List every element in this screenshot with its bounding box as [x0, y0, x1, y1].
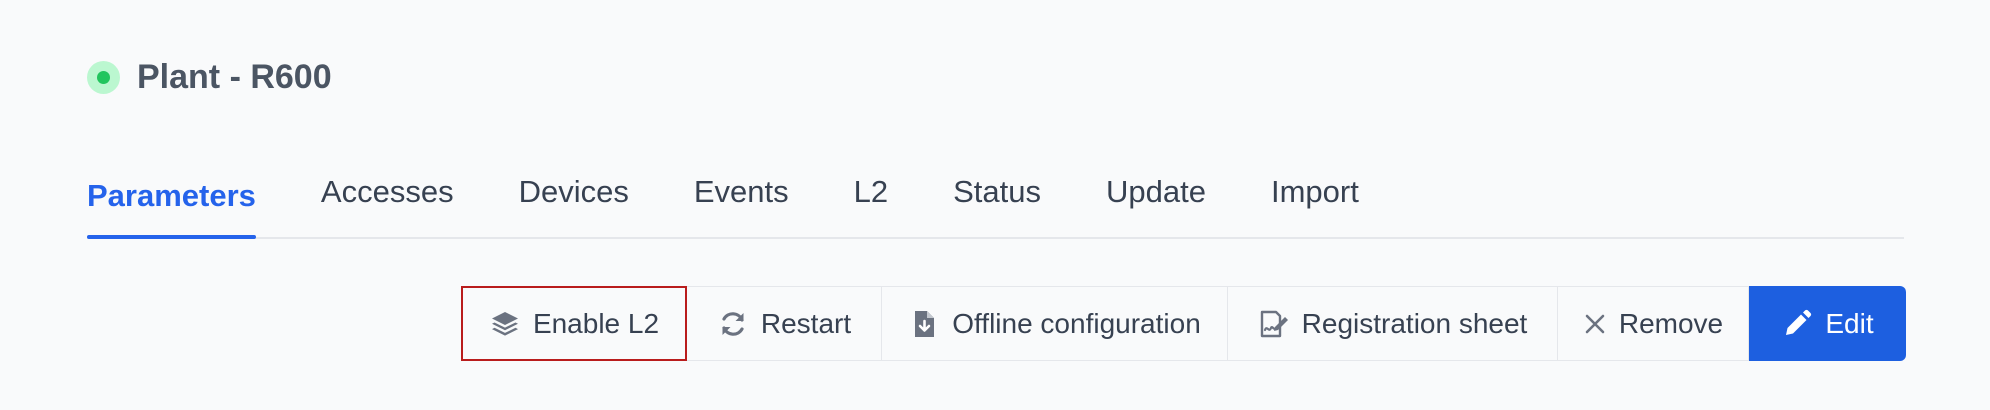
registration-sheet-label: Registration sheet: [1301, 307, 1528, 339]
page-title: Plant - R600: [137, 57, 332, 96]
refresh-icon: [717, 308, 749, 340]
registration-sheet-button[interactable]: Registration sheet: [1228, 286, 1558, 361]
offline-configuration-button[interactable]: Offline configuration: [882, 286, 1228, 361]
offline-configuration-label: Offline configuration: [952, 307, 1201, 339]
page-header: Plant - R600: [87, 52, 332, 102]
tab-import[interactable]: Import: [1271, 168, 1359, 237]
tab-status[interactable]: Status: [953, 168, 1041, 237]
enable-l2-button[interactable]: Enable L2: [461, 286, 687, 361]
file-download-icon: [908, 308, 940, 340]
tab-update[interactable]: Update: [1106, 168, 1206, 237]
action-toolbar: Enable L2 Restart Offline configuration: [461, 286, 1906, 361]
status-online-icon: [87, 60, 120, 94]
remove-label: Remove: [1618, 307, 1724, 339]
tab-devices[interactable]: Devices: [519, 168, 629, 237]
restart-button[interactable]: Restart: [687, 286, 882, 361]
tab-events[interactable]: Events: [694, 168, 789, 237]
tab-accesses[interactable]: Accesses: [321, 168, 454, 237]
remove-button[interactable]: Remove: [1558, 286, 1749, 361]
tab-parameters[interactable]: Parameters: [87, 168, 256, 239]
close-icon: [1583, 312, 1607, 336]
edit-label: Edit: [1825, 307, 1874, 339]
edit-button[interactable]: Edit: [1749, 286, 1906, 361]
restart-label: Restart: [760, 307, 852, 339]
tab-bar: Parameters Accesses Devices Events L2 St…: [87, 168, 1904, 239]
tab-l2[interactable]: L2: [854, 168, 888, 237]
enable-l2-label: Enable L2: [532, 307, 660, 339]
layers-icon: [489, 308, 521, 340]
pencil-icon: [1781, 308, 1813, 340]
signature-icon: [1258, 308, 1290, 340]
